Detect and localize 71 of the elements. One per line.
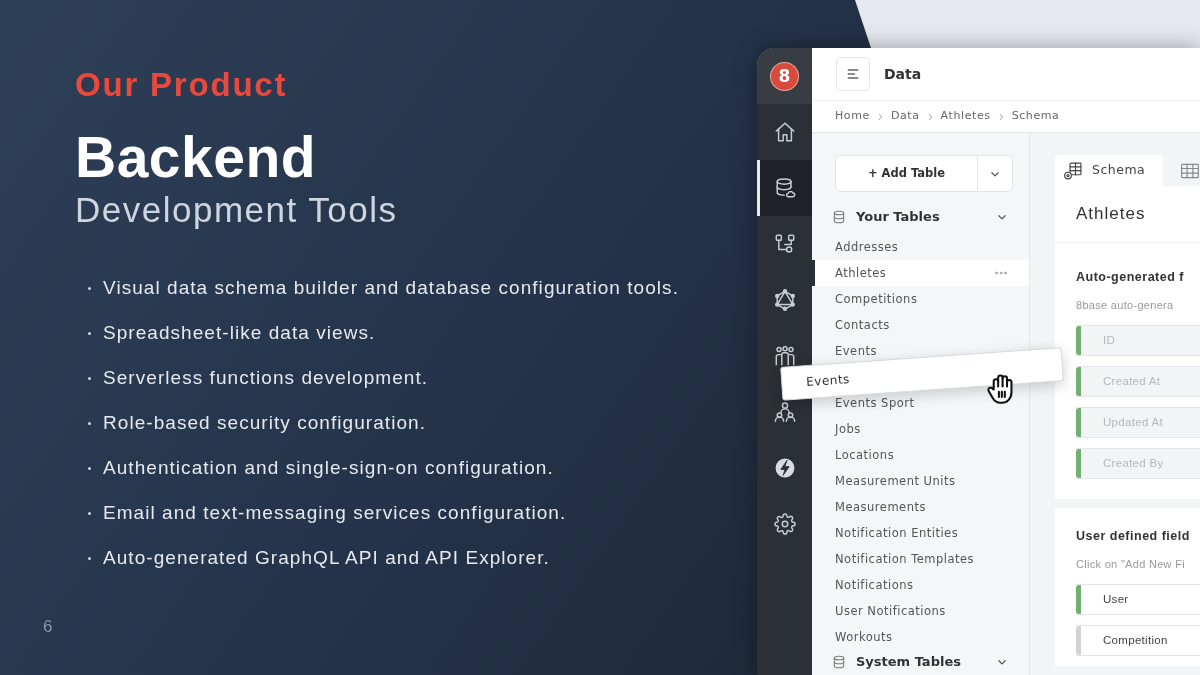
section-note: Click on "Add New Fi [1076, 557, 1185, 571]
chevron-right-icon [998, 112, 1004, 121]
user-group-icon [773, 401, 796, 423]
table-list-item[interactable]: Workouts [835, 630, 893, 644]
bullet-text: Spreadsheet-like data views. [103, 321, 376, 345]
bullet-icon [88, 421, 91, 425]
slide-title: Backend [75, 126, 317, 188]
table-list-item[interactable]: Notifications [835, 578, 914, 592]
database-icon [832, 210, 846, 224]
people-icon [773, 345, 796, 367]
bullet-text: Email and text-messaging services configuration. [103, 501, 567, 525]
add-table-button[interactable]: + Add Table [835, 155, 978, 192]
table-list-item[interactable]: Jobs [835, 422, 861, 436]
breadcrumb-link[interactable]: Home [835, 108, 870, 125]
database-icon [773, 177, 796, 199]
table-list-item[interactable]: Athletes [812, 260, 1029, 286]
section-note: 8base auto-genera [1076, 298, 1174, 312]
table-group-header[interactable]: System Tables [812, 650, 1029, 674]
tab[interactable]: Schema [1055, 155, 1163, 186]
table-group-header[interactable]: Your Tables [812, 205, 1029, 229]
menu-button[interactable] [836, 57, 870, 91]
table-list-item[interactable]: User Notifications [835, 604, 946, 618]
database-icon [832, 655, 846, 669]
hexagon-network-icon [773, 289, 796, 311]
table-list-item[interactable]: Notification Templates [835, 552, 975, 566]
breadcrumb-link[interactable]: Data [890, 108, 920, 125]
bullet-icon [88, 376, 91, 380]
bullet-icon [88, 286, 91, 290]
bullet-text: Authentication and single-sign-on configuration. [103, 456, 554, 480]
grab-cursor-icon [986, 374, 1014, 404]
breadcrumb-current: Schema [1011, 108, 1060, 125]
bullet-icon [88, 511, 91, 515]
chevron-down-icon [997, 657, 1007, 667]
sidebar-nav-button[interactable] [757, 160, 812, 216]
menu-icon [845, 66, 861, 82]
section-label: Our Product [75, 67, 288, 103]
table-list-item[interactable]: Events [835, 344, 877, 358]
page-number: 6 [43, 617, 53, 637]
section-title: User defined field [1076, 528, 1190, 544]
more-icon [995, 271, 1007, 275]
chevron-down-icon [997, 212, 1007, 222]
field-item[interactable]: Competition [1076, 625, 1200, 656]
breadcrumb-link[interactable]: Athletes [940, 108, 991, 125]
table-list-item[interactable]: Notification Entities [835, 526, 959, 540]
table-list-item[interactable]: Competitions [835, 292, 918, 306]
slide-subtitle: Development Tools [75, 189, 398, 231]
bullet-text: Role-based security configuration. [103, 411, 426, 435]
table-title: Athletes [1055, 186, 1200, 243]
bullet-icon [88, 466, 91, 470]
table-list-item[interactable]: Measurement Units [835, 474, 956, 488]
chevron-right-icon [877, 112, 883, 121]
home-icon [773, 121, 796, 143]
chevron-right-icon [927, 112, 933, 121]
table-list-item[interactable]: Measurements [835, 500, 926, 514]
sidebar-nav-button[interactable] [771, 511, 798, 537]
flowchart-icon [773, 233, 796, 255]
lightning-icon [773, 457, 796, 479]
bullet-text: Auto-generated GraphQL API and API Explorer. [103, 546, 550, 570]
bullet-icon [88, 556, 91, 560]
app-logo: 8 [771, 62, 798, 90]
bullet-text: Visual data schema builder and database configuration tools. [103, 276, 679, 300]
table-list-item[interactable]: Contacts [835, 318, 890, 332]
bullet-icon [88, 331, 91, 335]
field-item[interactable]: User [1076, 584, 1200, 615]
section-title: Auto-generated f [1076, 269, 1184, 285]
table-gear-icon [1063, 160, 1083, 181]
table-list-item[interactable]: Locations [835, 448, 895, 462]
settings-icon [773, 513, 796, 535]
page-title: Data [884, 64, 922, 84]
table-list-item[interactable]: Addresses [835, 240, 899, 254]
bullet-text: Serverless functions development. [103, 366, 429, 390]
